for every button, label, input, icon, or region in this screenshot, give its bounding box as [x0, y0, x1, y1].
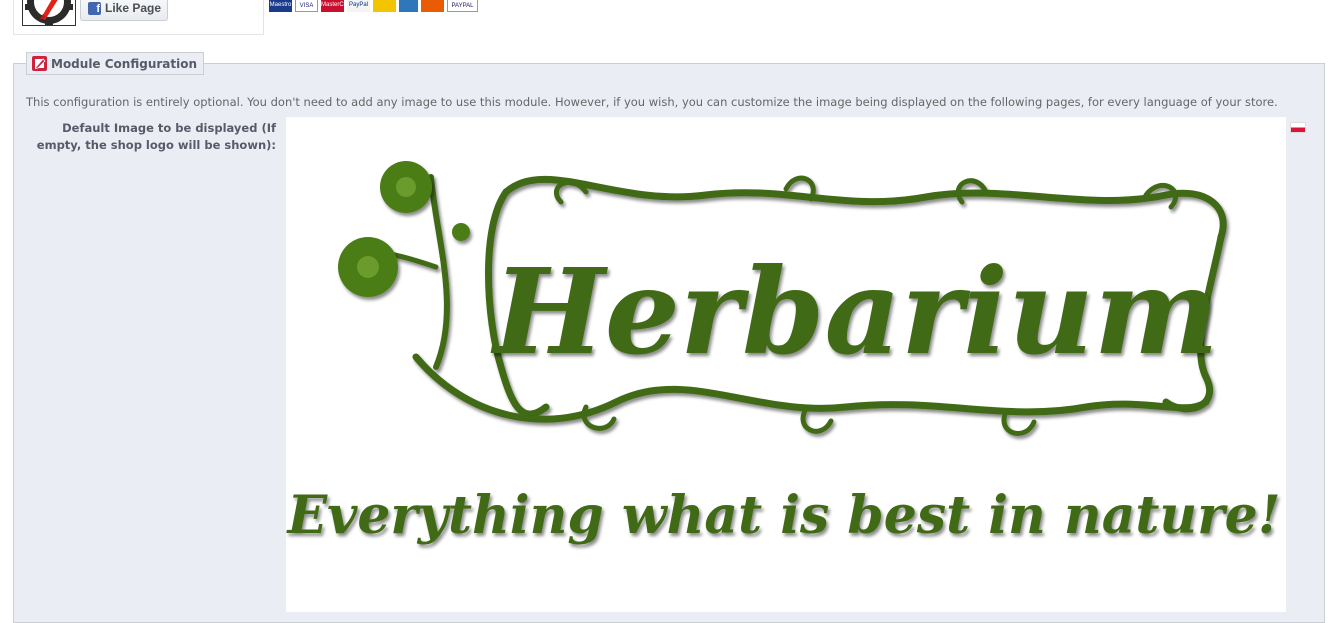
amex-card: [399, 0, 418, 12]
herbarium-logo-image: Herbarium Everything what is best in nat…: [285, 161, 1281, 546]
paypal-card: PayPal: [347, 0, 370, 12]
payment-cards: MaestroVISAMasterCardPayPal PAYPAL: [269, 0, 478, 12]
module-logo: [22, 0, 76, 26]
mastercard-card: MasterCard: [321, 0, 344, 12]
card-five: [373, 0, 396, 12]
module-header-box: f Like Page: [13, 0, 264, 35]
maestro-card: Maestro: [269, 0, 292, 12]
default-image-label: Default Image to be displayed (If empty,…: [36, 121, 276, 152]
visa-card: VISA: [295, 0, 318, 12]
facebook-like-button[interactable]: f Like Page: [80, 0, 168, 21]
herbarium-brand-text: Herbarium: [490, 242, 1218, 381]
like-page-label: Like Page: [105, 1, 162, 15]
edit-icon: [32, 56, 47, 71]
module-configuration-legend: Module Configuration: [26, 52, 205, 75]
herbarium-tagline-text: Everything what is best in nature!: [286, 485, 1281, 546]
pl-flag-icon[interactable]: [1290, 122, 1306, 133]
facebook-icon: f: [88, 1, 101, 15]
legend-title: Module Configuration: [51, 56, 198, 71]
default-image-preview[interactable]: Herbarium Everything what is best in nat…: [285, 117, 1286, 612]
card-seven: [421, 0, 444, 12]
paypal-text-card: PAYPAL: [447, 0, 478, 12]
configuration-intro-text: This configuration is entirely optional.…: [26, 95, 1278, 109]
